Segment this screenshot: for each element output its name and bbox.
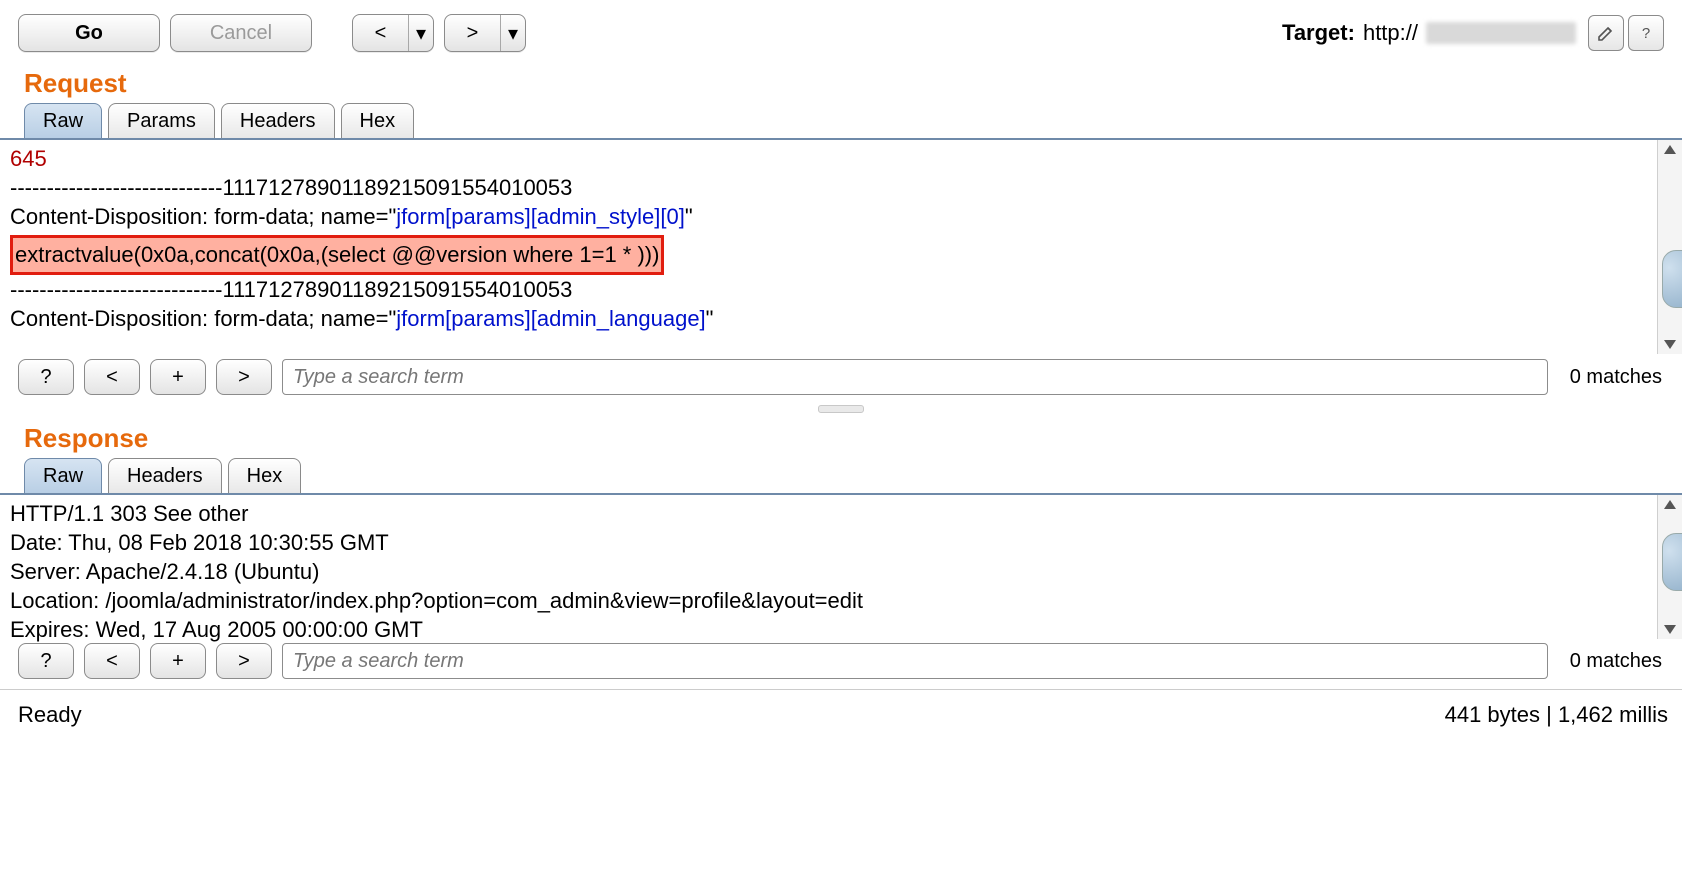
content-disposition-prefix-2: Content-Disposition: form-data; name=" [10,306,396,331]
prev-glyph: < [106,650,118,673]
help-glyph: ? [40,650,51,673]
tab-hex-response-label: Hex [247,465,283,488]
prev-glyph: < [106,366,118,389]
next-dropdown-icon[interactable]: ▾ [500,15,525,51]
scroll-up-icon[interactable] [1664,500,1676,509]
tab-hex-request[interactable]: Hex [341,103,415,138]
response-date: Date: Thu, 08 Feb 2018 10:30:55 GMT [10,528,1674,557]
content-disposition-suffix-1: " [685,204,693,229]
target-label: Target: [1282,20,1355,46]
go-button[interactable]: Go [18,14,160,52]
boundary-b-dashes: ----------------------------- [10,277,222,302]
edit-target-button[interactable] [1588,15,1624,51]
search-next-button[interactable]: > [216,643,272,679]
tab-raw-response[interactable]: Raw [24,458,102,493]
prev-dropdown-icon[interactable]: ▾ [408,15,433,51]
search-prev-button[interactable]: < [84,359,140,395]
tab-raw-request[interactable]: Raw [24,103,102,138]
search-placeholder: Type a search term [293,366,464,389]
response-server: Server: Apache/2.4.18 (Ubuntu) [10,557,1674,586]
question-icon: ? [1637,24,1655,42]
search-add-button[interactable]: + [150,359,206,395]
cancel-button[interactable]: Cancel [170,14,312,52]
scroll-down-icon[interactable] [1664,340,1676,349]
multipart-boundary-a: -----------------------------11171278901… [10,175,572,200]
status-text: Ready [18,702,82,728]
svg-text:?: ? [1642,25,1650,42]
search-placeholder: Type a search term [293,650,464,673]
next-glyph: > [238,366,250,389]
plus-glyph: + [172,650,184,673]
request-tabs: Raw Params Headers Hex [0,103,1682,140]
tab-raw-response-label: Raw [43,465,83,488]
content-disposition-suffix-2: " [706,306,714,331]
request-search-matches: 0 matches [1558,366,1668,389]
boundary-b-number: 111712789011892150915540​10053 [222,277,572,302]
status-bytes-millis: 441 bytes | 1,462 millis [1445,702,1668,728]
response-search-input[interactable]: Type a search term [282,643,1548,679]
pencil-icon [1597,24,1615,42]
param-admin-style: jform[params][admin_style][0] [396,204,685,229]
response-location: Location: /joomla/administrator/index.ph… [10,586,1674,615]
target-display: Target: http:// [1282,20,1576,46]
param-admin-language: jform[params][admin_language] [396,306,705,331]
response-search-matches: 0 matches [1558,650,1668,673]
tab-params-label: Params [127,110,196,133]
response-scrollbar[interactable] [1657,495,1682,639]
scroll-thumb[interactable] [1662,533,1682,591]
go-label: Go [75,22,103,45]
next-glyph: > [238,650,250,673]
request-title: Request [0,58,1682,103]
top-toolbar: Go Cancel < ▾ > ▾ Target: http:// ? [0,0,1682,58]
tab-raw-label: Raw [43,110,83,133]
scroll-down-icon[interactable] [1664,625,1676,634]
search-help-button[interactable]: ? [18,643,74,679]
target-host-redacted [1426,22,1576,44]
request-pane: 645 -----------------------------1117127… [0,140,1682,351]
sql-injection-payload: extractvalue(0x0a,concat(0x0a,(select @@… [10,235,664,275]
tab-hex-response[interactable]: Hex [228,458,302,493]
request-search-bar: ? < + > Type a search term 0 matches [0,351,1682,405]
status-bar: Ready 441 bytes | 1,462 millis [0,689,1682,734]
chevron-right-icon: > [445,15,500,51]
help-button[interactable]: ? [1628,15,1664,51]
response-tabs: Raw Headers Hex [0,458,1682,495]
response-raw-text[interactable]: HTTP/1.1 303 See otherDate: Thu, 08 Feb … [0,495,1682,648]
plus-glyph: + [172,366,184,389]
response-expires: Expires: Wed, 17 Aug 2005 00:00:00 GMT [10,615,1674,644]
search-help-button[interactable]: ? [18,359,74,395]
request-scrollbar[interactable] [1657,140,1682,354]
chevron-left-icon: < [353,15,408,51]
response-pane: HTTP/1.1 303 See otherDate: Thu, 08 Feb … [0,495,1682,635]
search-add-button[interactable]: + [150,643,206,679]
help-glyph: ? [40,366,51,389]
response-title: Response [0,413,1682,458]
tab-headers-response[interactable]: Headers [108,458,222,493]
tab-hex-label: Hex [360,110,396,133]
search-prev-button[interactable]: < [84,643,140,679]
scroll-up-icon[interactable] [1664,145,1676,154]
tab-params[interactable]: Params [108,103,215,138]
request-search-input[interactable]: Type a search term [282,359,1548,395]
tab-headers-request[interactable]: Headers [221,103,335,138]
grip-icon [818,405,864,413]
content-length-value: 645 [10,146,47,171]
pane-splitter[interactable] [0,405,1682,413]
prev-request-button[interactable]: < ▾ [352,14,434,52]
target-url-prefix: http:// [1363,20,1418,46]
content-disposition-prefix-1: Content-Disposition: form-data; name=" [10,204,396,229]
tab-headers-response-label: Headers [127,465,203,488]
next-request-button[interactable]: > ▾ [444,14,526,52]
scroll-thumb[interactable] [1662,250,1682,308]
tab-headers-label: Headers [240,110,316,133]
request-raw-text[interactable]: 645 -----------------------------1117127… [0,140,1682,337]
http-status-line: HTTP/1.1 303 See other [10,499,1674,528]
search-next-button[interactable]: > [216,359,272,395]
cancel-label: Cancel [210,22,272,45]
